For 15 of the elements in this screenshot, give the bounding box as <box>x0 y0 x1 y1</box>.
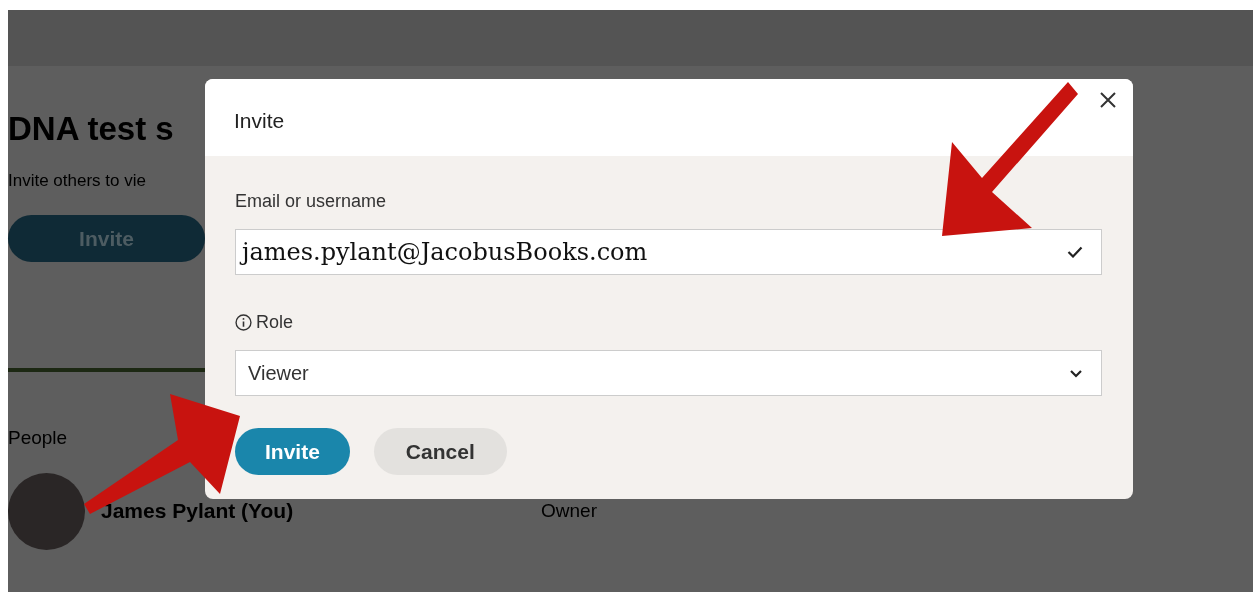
page-subtitle: Invite others to vie <box>8 169 147 192</box>
close-icon[interactable] <box>1098 90 1118 110</box>
section-heading: People <box>8 426 69 450</box>
person-role: Owner <box>541 498 597 523</box>
email-field[interactable]: james.pylant@JacobusBooks.com <box>235 229 1102 275</box>
person-name: James Pylant (You) <box>101 498 295 525</box>
field-label: Email or username <box>235 190 388 213</box>
dialog-title: Invite <box>205 79 1133 156</box>
role-dropdown[interactable]: Viewer <box>235 350 1102 396</box>
field-label: Role <box>256 311 294 334</box>
info-icon <box>235 314 252 331</box>
invite-button[interactable]: Invite <box>235 428 350 475</box>
chevron-down-icon <box>1069 368 1083 378</box>
cancel-button[interactable]: Cancel <box>373 428 507 475</box>
page-title: DNA test s <box>8 109 175 149</box>
